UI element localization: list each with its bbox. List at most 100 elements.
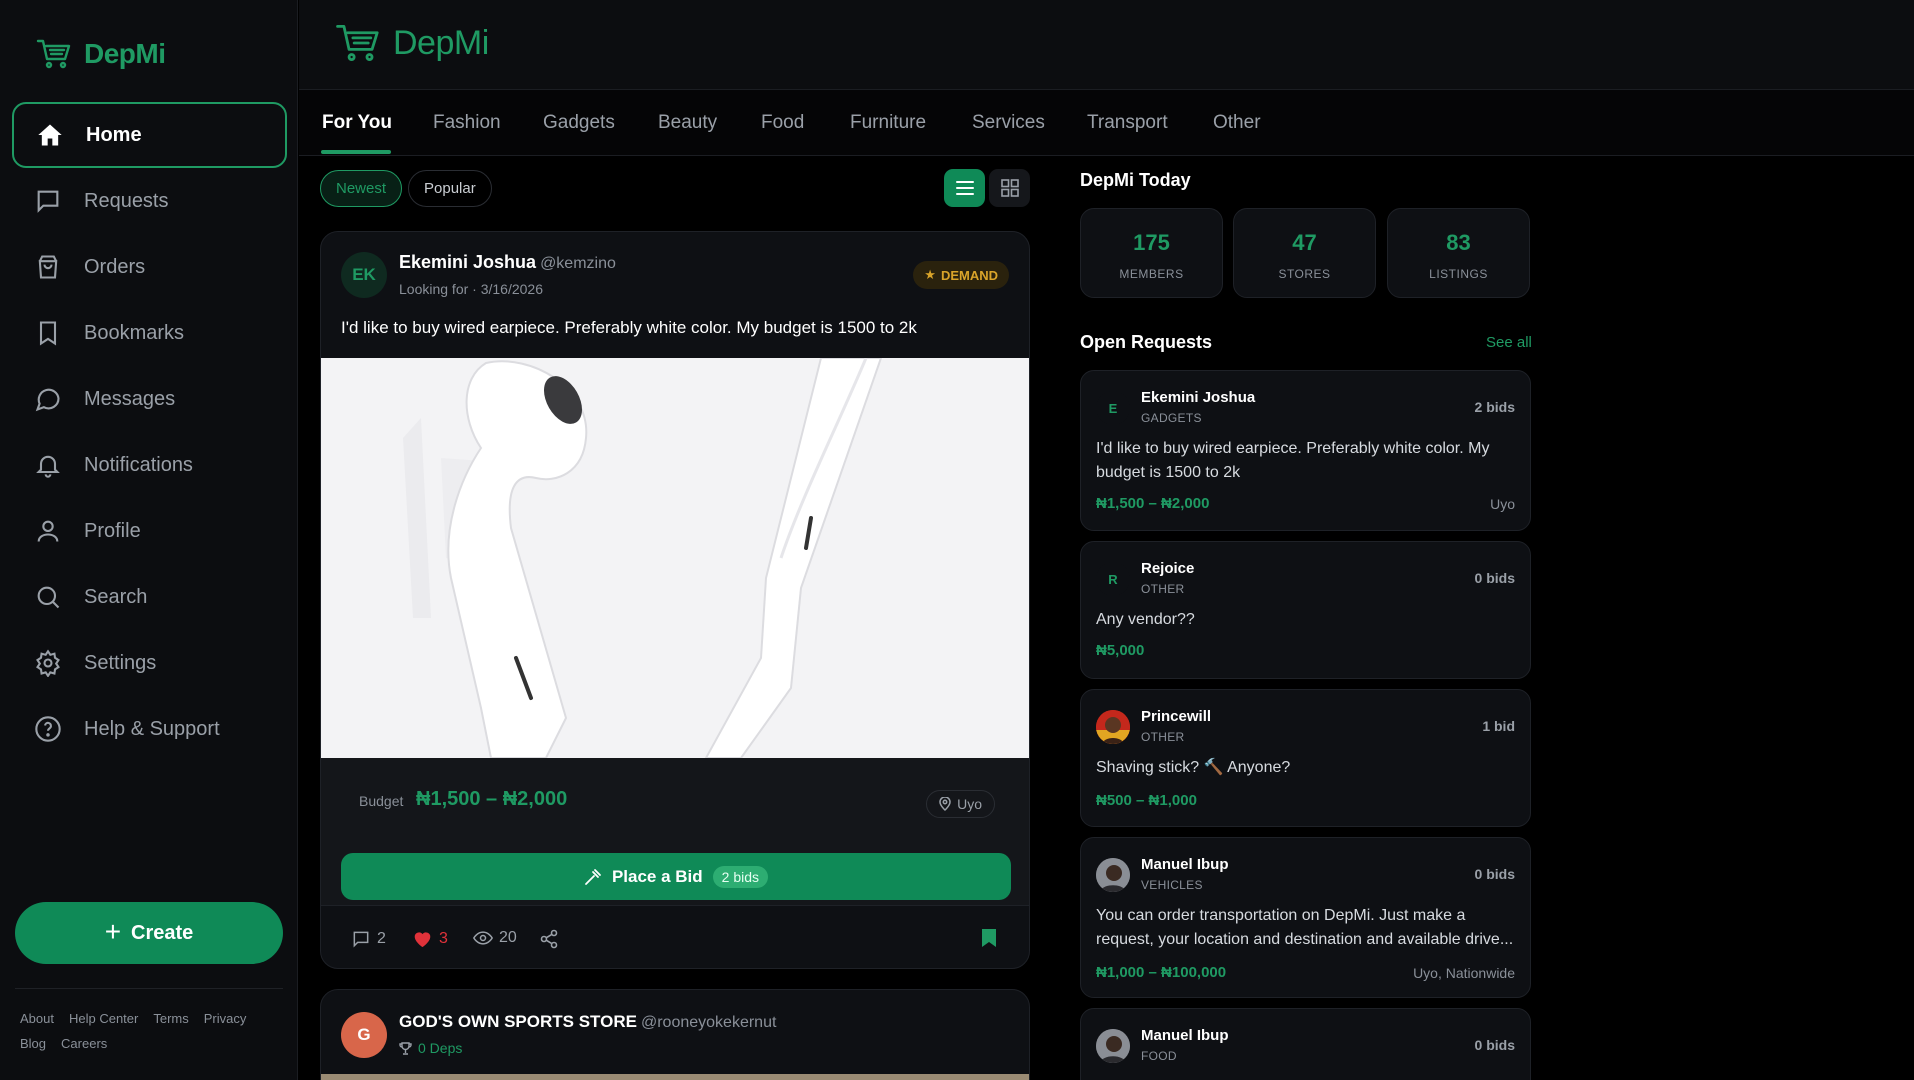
sidebar-item-notifications[interactable]: Notifications xyxy=(12,432,287,498)
filter-newest[interactable]: Newest xyxy=(320,170,403,207)
footer-link-blog[interactable]: Blog xyxy=(20,1036,46,1051)
share-button[interactable] xyxy=(540,929,558,949)
plus-icon: + xyxy=(104,915,122,947)
request-text: Shaving stick? 🔨 Anyone? xyxy=(1096,759,1291,776)
footer-link-privacy[interactable]: Privacy xyxy=(204,1011,247,1026)
sidebar-item-profile[interactable]: Profile xyxy=(12,498,287,564)
avatar[interactable] xyxy=(1096,710,1130,744)
sidebar-divider xyxy=(15,988,283,989)
footer-link-help-center[interactable]: Help Center xyxy=(69,1011,138,1026)
filter-popular[interactable]: Popular xyxy=(408,170,492,207)
post-image-earpiece[interactable] xyxy=(321,358,1029,758)
request-card[interactable]: Manuel Ibup VEHICLES 0 bids You can orde… xyxy=(1080,837,1531,998)
list-view-button[interactable] xyxy=(944,169,985,207)
open-requests-title: Open Requests xyxy=(1080,332,1213,352)
post-author[interactable]: Ekemini Joshua @kemzino xyxy=(399,252,616,273)
view-count: 20 xyxy=(499,929,517,946)
request-location: Uyo xyxy=(1490,496,1515,512)
sidebar-item-search[interactable]: Search xyxy=(12,564,287,630)
deps-count: 0 Deps xyxy=(399,1040,462,1056)
request-author: Manuel Ibup xyxy=(1141,1027,1229,1044)
request-category: OTHER xyxy=(1141,730,1185,744)
post-subtitle: Looking for · 3/16/2026 xyxy=(399,281,543,297)
request-price: ₦1,500 – ₦2,000 xyxy=(1096,495,1210,512)
sidebar-item-label: Settings xyxy=(84,651,157,674)
sidebar-item-bookmarks[interactable]: Bookmarks xyxy=(12,300,287,366)
see-all-link[interactable]: See all xyxy=(1486,334,1532,351)
request-category: FOOD xyxy=(1141,1049,1177,1063)
tab-services[interactable]: Services xyxy=(972,90,1045,156)
tab-other[interactable]: Other xyxy=(1213,90,1261,156)
tab-fashion[interactable]: Fashion xyxy=(433,90,501,156)
active-tab-indicator xyxy=(321,150,391,154)
sidebar-brand-name: DepMi xyxy=(84,38,166,69)
sidebar-item-label: Home xyxy=(86,123,142,146)
stat-stores: 47 STORES xyxy=(1233,208,1376,298)
avatar[interactable]: R xyxy=(1096,562,1130,596)
sidebar-item-label: Profile xyxy=(84,519,141,542)
bid-count-badge: 2 bids xyxy=(712,865,769,888)
sidebar-item-label: Bookmarks xyxy=(84,321,185,344)
sidebar-logo[interactable]: DepMi xyxy=(36,38,166,70)
top-header: DepMi xyxy=(299,0,1914,90)
share-icon xyxy=(540,929,558,949)
tab-beauty[interactable]: Beauty xyxy=(658,90,717,156)
tab-furniture[interactable]: Furniture xyxy=(850,90,926,156)
tab-for-you[interactable]: For You xyxy=(322,90,392,156)
sidebar-item-messages[interactable]: Messages xyxy=(12,366,287,432)
post-author[interactable]: GOD'S OWN SPORTS STORE @rooneyokekernut xyxy=(399,1012,776,1032)
avatar[interactable]: E xyxy=(1096,391,1130,425)
post-actions: 2 3 20 xyxy=(321,907,1029,968)
request-price: ₦500 – ₦1,000 xyxy=(1096,792,1197,809)
post-author-name: Ekemini Joshua xyxy=(399,252,537,272)
comment-button[interactable]: 2 xyxy=(351,929,386,949)
sidebar-item-orders[interactable]: Orders xyxy=(12,234,287,300)
tab-transport[interactable]: Transport xyxy=(1087,90,1168,156)
tab-gadgets[interactable]: Gadgets xyxy=(543,90,615,156)
demand-badge: ★ DEMAND xyxy=(913,261,1009,289)
sidebar-item-settings[interactable]: Settings xyxy=(12,630,287,696)
sidebar-nav: Home Requests Orders Bookmarks Messages … xyxy=(12,102,287,762)
request-card[interactable]: Manuel Ibup FOOD 0 bids xyxy=(1080,1008,1531,1080)
footer-link-careers[interactable]: Careers xyxy=(61,1036,107,1051)
gear-icon xyxy=(34,649,62,677)
footer-link-terms[interactable]: Terms xyxy=(153,1011,188,1026)
feed-post-card[interactable]: G GOD'S OWN SPORTS STORE @rooneyokekernut… xyxy=(320,989,1030,1080)
request-card[interactable]: E Ekemini Joshua GADGETS 2 bids I'd like… xyxy=(1080,370,1531,531)
shopping-bag-icon xyxy=(34,253,62,281)
footer-link-about[interactable]: About xyxy=(20,1011,54,1026)
bookmark-icon xyxy=(34,319,62,347)
search-icon xyxy=(34,583,62,611)
avatar[interactable]: EK xyxy=(341,252,387,298)
post-image[interactable] xyxy=(321,1074,1029,1080)
request-card[interactable]: R Rejoice OTHER 0 bids Any vendor?? ₦5,0… xyxy=(1080,541,1531,679)
stat-label: STORES xyxy=(1278,267,1331,281)
request-text: Any vendor?? xyxy=(1096,611,1195,628)
place-bid-button[interactable]: Place a Bid 2 bids xyxy=(341,853,1011,900)
avatar[interactable]: G xyxy=(341,1012,387,1058)
bookmark-button[interactable] xyxy=(982,929,996,947)
create-button[interactable]: + Create xyxy=(15,902,283,964)
grid-view-button[interactable] xyxy=(989,169,1030,207)
header-logo[interactable]: DepMi xyxy=(335,22,489,64)
request-location: Uyo, Nationwide xyxy=(1413,965,1515,981)
location-chip: Uyo xyxy=(926,790,995,818)
demand-badge-label: DEMAND xyxy=(940,267,998,283)
sidebar-item-help[interactable]: Help & Support xyxy=(12,696,287,762)
avatar[interactable] xyxy=(1096,1029,1130,1063)
tab-food[interactable]: Food xyxy=(761,90,804,156)
heart-icon xyxy=(414,932,431,948)
request-price: ₦5,000 xyxy=(1096,642,1145,659)
sidebar-item-label: Messages xyxy=(84,387,176,410)
sidebar-item-home[interactable]: Home xyxy=(12,102,287,168)
request-price: ₦1,000 – ₦100,000 xyxy=(1096,964,1227,981)
post-text: I'd like to buy wired earpiece. Preferab… xyxy=(341,318,917,337)
request-card[interactable]: Princewill OTHER 1 bid Shaving stick? 🔨 … xyxy=(1080,689,1531,827)
avatar[interactable] xyxy=(1096,858,1130,892)
feed-post-card[interactable]: EK Ekemini Joshua @kemzino Looking for · … xyxy=(320,231,1030,969)
sidebar-item-requests[interactable]: Requests xyxy=(12,168,287,234)
like-button[interactable]: 3 xyxy=(412,929,448,948)
stat-label: LISTINGS xyxy=(1429,267,1488,281)
list-icon xyxy=(955,181,974,195)
stat-value: 47 xyxy=(1292,230,1317,255)
